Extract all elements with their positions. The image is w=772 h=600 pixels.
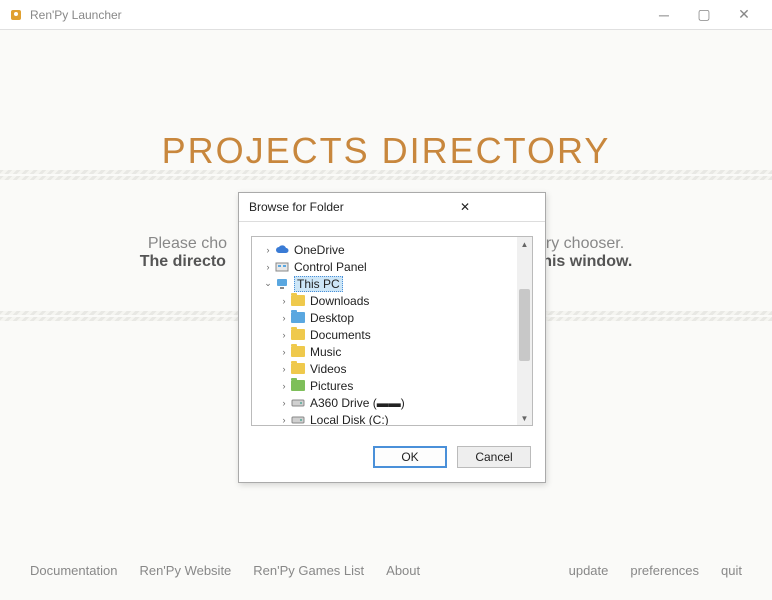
footer-link-documentation[interactable]: Documentation xyxy=(30,563,117,578)
expand-toggle-icon[interactable]: › xyxy=(278,381,290,391)
msg-part: Please cho xyxy=(148,235,227,252)
footer-link-update[interactable]: update xyxy=(569,563,609,578)
tree-item[interactable]: › Pictures xyxy=(252,377,532,394)
folder-tree[interactable]: › OneDrive › Control Panel ⌄ This PC › Download… xyxy=(251,236,533,426)
browse-folder-dialog: Browse for Folder ✕ › OneDrive › Control Pa… xyxy=(238,192,546,483)
expand-toggle-icon[interactable]: › xyxy=(278,313,290,323)
scroll-up-icon[interactable]: ▲ xyxy=(517,237,532,251)
folder-green-icon xyxy=(290,379,306,393)
tree-item[interactable]: › Desktop xyxy=(252,309,532,326)
msg-part: this window. xyxy=(537,253,632,270)
footer-link-website[interactable]: Ren'Py Website xyxy=(139,563,231,578)
tree-item[interactable]: › Local Disk (C:) xyxy=(252,411,532,426)
dialog-close-button[interactable]: ✕ xyxy=(393,199,537,215)
tree-item[interactable]: ⌄ This PC xyxy=(252,275,532,292)
dialog-title: Browse for Folder xyxy=(249,200,393,214)
expand-toggle-icon[interactable]: › xyxy=(278,347,290,357)
msg-part: The directo xyxy=(140,253,226,270)
tree-item-label: Videos xyxy=(310,362,346,376)
page-heading: PROJECTS DIRECTORY xyxy=(0,30,772,172)
tree-item-label: Documents xyxy=(310,328,371,342)
folder-blue-icon xyxy=(290,311,306,325)
footer-nav: Documentation Ren'Py Website Ren'Py Game… xyxy=(0,563,772,578)
tree-item[interactable]: › Videos xyxy=(252,360,532,377)
expand-toggle-icon[interactable]: › xyxy=(278,296,290,306)
disk-icon xyxy=(290,396,306,410)
tree-item[interactable]: › OneDrive xyxy=(252,241,532,258)
tree-item[interactable]: › Music xyxy=(252,343,532,360)
minimize-button[interactable]: ─ xyxy=(644,0,684,30)
pc-icon xyxy=(274,277,290,291)
tree-item-label: Local Disk (C:) xyxy=(310,413,389,427)
tree-item-label: OneDrive xyxy=(294,243,345,257)
expand-toggle-icon[interactable]: › xyxy=(278,330,290,340)
folder-yellow-icon xyxy=(290,345,306,359)
tree-item[interactable]: › A360 Drive (▬▬) xyxy=(252,394,532,411)
tree-item-label: Pictures xyxy=(310,379,353,393)
cloud-icon xyxy=(274,243,290,257)
dialog-buttons: OK Cancel xyxy=(239,436,545,482)
expand-toggle-icon[interactable]: › xyxy=(278,398,290,408)
maximize-button[interactable]: ▢ xyxy=(684,0,724,30)
divider xyxy=(0,176,772,180)
window-controls: ─ ▢ ✕ xyxy=(644,0,764,30)
folder-yellow-icon xyxy=(290,362,306,376)
tree-item-label: Control Panel xyxy=(294,260,367,274)
expand-toggle-icon[interactable]: › xyxy=(262,262,274,272)
cancel-button[interactable]: Cancel xyxy=(457,446,531,468)
tree-item-label: This PC xyxy=(294,276,343,292)
tree-item-label: Desktop xyxy=(310,311,354,325)
expand-toggle-icon[interactable]: › xyxy=(262,245,274,255)
disk-icon xyxy=(290,413,306,427)
expand-toggle-icon[interactable]: › xyxy=(278,415,290,425)
tree-item-label: Downloads xyxy=(310,294,369,308)
scrollbar[interactable]: ▲ ▼ xyxy=(517,237,532,425)
folder-yellow-icon xyxy=(290,328,306,342)
window-title: Ren'Py Launcher xyxy=(30,8,644,22)
ok-button[interactable]: OK xyxy=(373,446,447,468)
footer-link-preferences[interactable]: preferences xyxy=(630,563,699,578)
app-icon xyxy=(8,7,24,23)
tree-item[interactable]: › Downloads xyxy=(252,292,532,309)
folder-yellow-icon xyxy=(290,294,306,308)
dialog-titlebar: Browse for Folder ✕ xyxy=(239,193,545,222)
titlebar: Ren'Py Launcher ─ ▢ ✕ xyxy=(0,0,772,30)
close-button[interactable]: ✕ xyxy=(724,0,764,30)
footer-link-about[interactable]: About xyxy=(386,563,420,578)
scroll-down-icon[interactable]: ▼ xyxy=(517,411,532,425)
footer-link-quit[interactable]: quit xyxy=(721,563,742,578)
footer-link-games-list[interactable]: Ren'Py Games List xyxy=(253,563,364,578)
tree-item-label: Music xyxy=(310,345,341,359)
tree-item[interactable]: › Control Panel xyxy=(252,258,532,275)
tree-item[interactable]: › Documents xyxy=(252,326,532,343)
panel-icon xyxy=(274,260,290,274)
scroll-thumb[interactable] xyxy=(519,289,530,361)
tree-item-label: A360 Drive (▬▬) xyxy=(310,396,405,410)
msg-part: ry chooser. xyxy=(546,235,624,252)
expand-toggle-icon[interactable]: › xyxy=(278,364,290,374)
expand-toggle-icon[interactable]: ⌄ xyxy=(262,278,274,289)
app-body: PROJECTS DIRECTORY Please cho ry chooser… xyxy=(0,30,772,600)
